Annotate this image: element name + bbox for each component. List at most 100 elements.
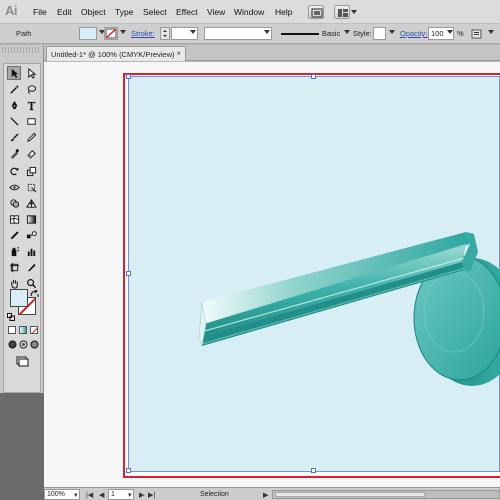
eraser-tool[interactable]: [24, 146, 38, 160]
perspective-grid-tool[interactable]: [24, 196, 38, 210]
selection-handle[interactable]: [126, 271, 131, 276]
selection-handle[interactable]: [126, 468, 131, 473]
slice-knife-icon: [27, 263, 36, 271]
magic-wand-tool[interactable]: [7, 82, 21, 96]
menu-edit[interactable]: Edit: [57, 7, 72, 17]
brush-dropdown-arrow[interactable]: [344, 30, 350, 34]
menu-file[interactable]: File: [33, 7, 47, 17]
close-tab-icon[interactable]: ×: [176, 49, 181, 58]
swap-fill-stroke-button[interactable]: [30, 289, 40, 298]
direct-selection-tool[interactable]: [24, 66, 38, 80]
stroke-label[interactable]: Stroke:: [131, 29, 155, 38]
zoom-dropdown-arrow[interactable]: ▾: [74, 491, 78, 499]
opacity-label[interactable]: Opacity:: [400, 29, 428, 38]
color-mode-button[interactable]: [8, 326, 16, 334]
more-options-arrow[interactable]: [488, 30, 494, 34]
control-bar-options-button[interactable]: [471, 28, 483, 40]
lasso-tool[interactable]: [24, 82, 38, 96]
column-graph-icon: [27, 248, 35, 256]
draw-inside-button[interactable]: [30, 340, 39, 349]
lasso-icon: [27, 84, 36, 94]
tools-container: [3, 63, 41, 393]
stroke-weight-stepper[interactable]: [160, 27, 170, 40]
variable-width-field[interactable]: [204, 27, 272, 40]
line-segment-tool[interactable]: [7, 114, 21, 128]
arrange-dropdown-arrow[interactable]: [351, 10, 357, 14]
document-tab-strip: Untitled-1* @ 100% (CMYK/Preview) ×: [44, 45, 500, 61]
brush-definition-label[interactable]: Basic: [322, 29, 340, 38]
draw-behind-button[interactable]: [19, 340, 28, 349]
mesh-tool[interactable]: [7, 212, 21, 226]
hand-tool[interactable]: [7, 276, 21, 290]
zoom-magnifier-icon: [26, 278, 36, 288]
zoom-tool[interactable]: [24, 276, 38, 290]
slice-tool[interactable]: [24, 260, 38, 274]
none-mode-button[interactable]: [30, 326, 38, 334]
type-tool[interactable]: [24, 98, 38, 112]
document-tab[interactable]: Untitled-1* @ 100% (CMYK/Preview) ×: [46, 46, 186, 61]
selection-handle[interactable]: [126, 74, 131, 79]
fill-color-swatch[interactable]: [79, 27, 97, 40]
column-graph-tool[interactable]: [24, 244, 38, 258]
type-t-icon: [27, 101, 35, 110]
width-tool[interactable]: [7, 180, 21, 194]
menu-view[interactable]: View: [207, 7, 225, 17]
hand-icon: [10, 279, 18, 289]
free-transform-tool[interactable]: [24, 180, 38, 194]
gradient-tool[interactable]: [24, 212, 38, 226]
stroke-color-dropdown-arrow[interactable]: [120, 30, 126, 34]
hollow-arrow-icon: [27, 67, 36, 79]
menu-help[interactable]: Help: [275, 7, 292, 17]
symbol-sprayer-tool[interactable]: [7, 244, 21, 258]
canvas-area[interactable]: [44, 62, 500, 487]
menu-window[interactable]: Window: [234, 7, 264, 17]
horizontal-scrollbar[interactable]: [272, 490, 500, 499]
selection-handle[interactable]: [311, 74, 316, 79]
pen-tool[interactable]: [7, 98, 21, 112]
style-dropdown-arrow[interactable]: [389, 30, 395, 34]
paintbrush-icon: [10, 132, 19, 141]
center-point: [389, 272, 392, 275]
last-artboard-button[interactable]: ▶|: [148, 491, 155, 499]
shape-builder-tool[interactable]: [7, 196, 21, 210]
panel-grip[interactable]: [2, 47, 40, 53]
opacity-dropdown-arrow[interactable]: [447, 30, 453, 34]
arrange-documents-button[interactable]: [334, 5, 350, 19]
pencil-tool[interactable]: [24, 130, 38, 144]
rotate-tool[interactable]: [7, 164, 21, 178]
selection-handle[interactable]: [311, 468, 316, 473]
scrollbar-thumb[interactable]: [275, 492, 425, 497]
default-fill-stroke-button[interactable]: [7, 313, 15, 321]
next-artboard-button[interactable]: ▶: [139, 491, 144, 499]
document-tab-title: Untitled-1* @ 100% (CMYK/Preview): [51, 50, 175, 59]
stroke-color-swatch[interactable]: [104, 27, 118, 40]
menu-object[interactable]: Object: [81, 7, 106, 17]
menu-effect[interactable]: Effect: [176, 7, 198, 17]
artboard-tool[interactable]: [7, 260, 21, 274]
menu-type[interactable]: Type: [115, 7, 133, 17]
stroke-weight-dropdown-arrow[interactable]: [190, 30, 196, 34]
menu-select[interactable]: Select: [143, 7, 167, 17]
blob-brush-tool[interactable]: [7, 146, 21, 160]
paintbrush-tool[interactable]: [7, 130, 21, 144]
rectangle-tool[interactable]: [24, 114, 38, 128]
zoom-level-value: 100%: [47, 491, 65, 498]
previous-artboard-button[interactable]: ◀: [99, 491, 104, 499]
opacity-unit: %: [457, 29, 464, 38]
background-rectangle[interactable]: [128, 76, 500, 472]
screen-mode-button[interactable]: [16, 356, 30, 367]
bridge-button[interactable]: [308, 5, 324, 19]
blend-tool[interactable]: [24, 228, 38, 242]
scale-tool[interactable]: [24, 164, 38, 178]
selection-tool[interactable]: [7, 66, 21, 80]
graphic-style-swatch[interactable]: [373, 27, 386, 40]
fill-swatch[interactable]: [10, 289, 28, 307]
panel-menu-icon: [471, 29, 482, 39]
status-menu-button[interactable]: ▶: [263, 491, 268, 499]
draw-normal-button[interactable]: [8, 340, 17, 349]
gradient-mode-button[interactable]: [19, 326, 27, 334]
eyedropper-tool[interactable]: [7, 228, 21, 242]
artboard-dropdown-arrow[interactable]: ▾: [128, 491, 132, 499]
first-artboard-button[interactable]: |◀: [86, 491, 93, 499]
variable-width-dropdown-arrow[interactable]: [264, 30, 270, 34]
